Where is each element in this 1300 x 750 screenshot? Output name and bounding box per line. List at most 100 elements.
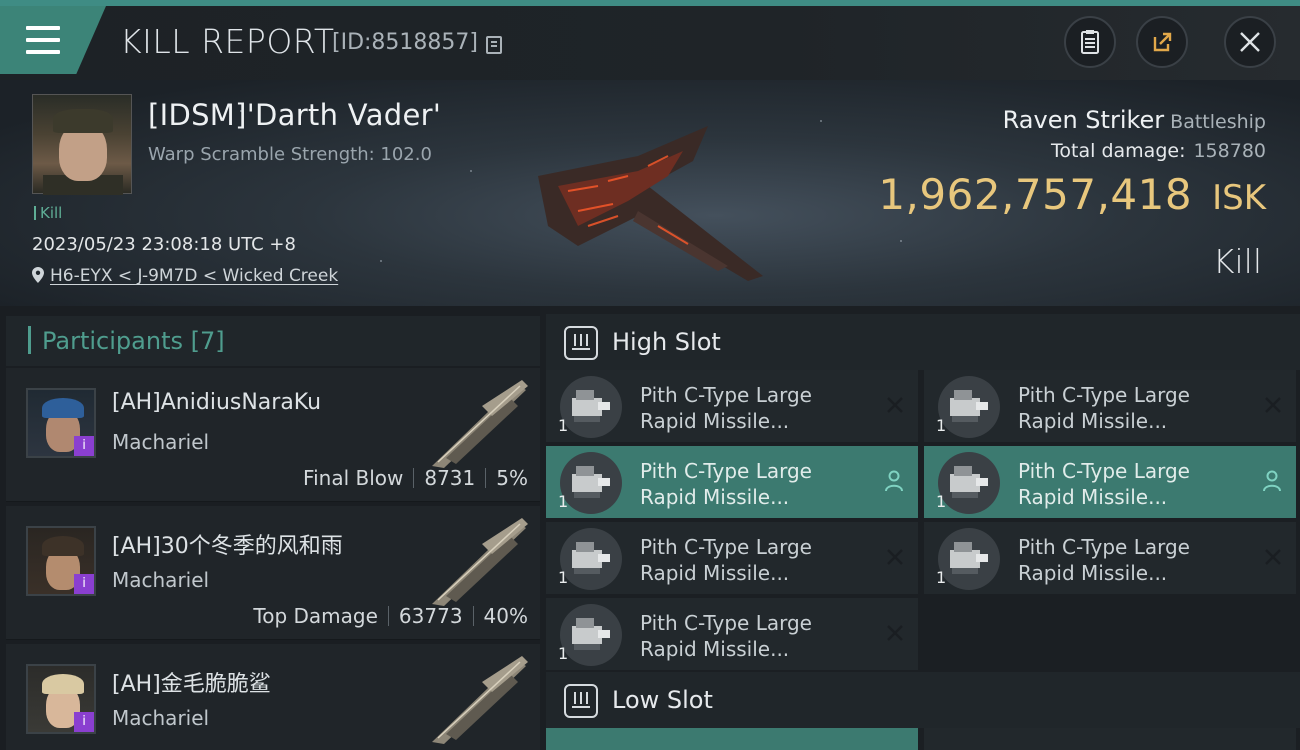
participant-stat-label: Top Damage [253, 604, 378, 628]
kill-location[interactable]: H6-EYX < J-9M7D < Wicked Creek [32, 266, 338, 286]
module-name: Pith C-Type Large Rapid Missile... [640, 383, 812, 433]
participant-name: [AH]金毛脆脆鲨 [112, 672, 271, 697]
participant-name: [AH]30个冬季的风和雨 [112, 534, 343, 559]
kill-result: Kill [1212, 242, 1262, 281]
share-icon [1153, 32, 1172, 52]
destroyed-x-icon [1265, 397, 1281, 413]
info-badge-icon[interactable]: i [74, 574, 94, 594]
total-damage: Total damage: 158780 [1051, 140, 1266, 162]
participant-stat-label: Final Blow [303, 466, 404, 490]
module-name: Pith C-Type Large Rapid Missile... [640, 611, 812, 661]
kill-datetime: 2023/05/23 23:08:18 UTC +8 [32, 234, 296, 255]
clipboard-icon [1081, 30, 1099, 54]
participant-row[interactable]: i [AH]金毛脆脆鲨 Machariel [6, 644, 540, 750]
dropped-person-icon [885, 470, 903, 492]
module-name: Pith C-Type Large Rapid Missile... [1018, 383, 1190, 433]
module-slot[interactable]: 1 Pith C-Type Large Rapid Missile... [546, 598, 918, 670]
missile-launcher-icon [560, 452, 622, 514]
fitting-panel: High Slot 1 Pith C-Type Large Rapid Missi… [540, 306, 1300, 750]
isk-unit: ISK [1212, 178, 1266, 218]
page-title: KILL REPORT [120, 22, 335, 61]
participant-ship: Machariel [112, 568, 210, 592]
victim-portrait[interactable] [32, 94, 132, 195]
participant-ship-icon [432, 380, 528, 468]
missile-launcher-icon [560, 604, 622, 666]
participant-row[interactable]: i [AH]AnidiusNaraKu Machariel Final Blow… [6, 368, 540, 502]
kill-tag: Kill [34, 204, 62, 222]
high-slot-label: High Slot [612, 328, 721, 356]
module-quantity: 1 [558, 644, 569, 663]
participant-ship: Machariel [112, 430, 210, 454]
participant-damage: 63773 [398, 604, 463, 628]
victim-ship-class: Battleship [1170, 111, 1266, 133]
module-quantity: 1 [558, 416, 569, 435]
top-bar: KILL REPORT [ID:8518857] [0, 0, 1300, 80]
module-slot[interactable] [546, 728, 918, 750]
participant-percent: 5% [496, 466, 528, 490]
isk-value: 1,962,757,418 ISK [878, 170, 1266, 219]
low-slot-label: Low Slot [612, 686, 713, 714]
module-name: Pith C-Type Large Rapid Missile... [640, 535, 812, 585]
participant-ship: Machariel [112, 706, 210, 730]
participant-ship-icon [432, 656, 528, 744]
victim-header: [IDSM]'Darth Vader' Warp Scramble Streng… [0, 80, 1300, 306]
participant-stats: Final Blow 8731 5% [303, 466, 528, 490]
module-quantity: 1 [558, 568, 569, 587]
missile-launcher-icon [560, 528, 622, 590]
high-slot-icon [564, 326, 598, 360]
share-button[interactable] [1136, 16, 1188, 68]
module-slot[interactable]: 1 Pith C-Type Large Rapid Missile... [546, 522, 918, 594]
location-pin-icon [32, 267, 44, 283]
destroyed-x-icon [887, 625, 903, 641]
missile-launcher-icon [938, 376, 1000, 438]
participant-portrait[interactable]: i [26, 526, 96, 596]
dropped-person-icon [1263, 470, 1281, 492]
hamburger-menu-icon[interactable] [26, 26, 62, 56]
missile-launcher-icon [560, 376, 622, 438]
total-damage-value: 158780 [1193, 140, 1266, 162]
low-slot-header: Low Slot [546, 672, 1300, 728]
module-slot[interactable]: 1 Pith C-Type Large Rapid Missile... [924, 446, 1296, 518]
destroyed-x-icon [887, 549, 903, 565]
module-quantity: 1 [558, 492, 569, 511]
copy-icon[interactable] [486, 36, 502, 54]
info-badge-icon[interactable]: i [74, 712, 94, 732]
module-name: Pith C-Type Large Rapid Missile... [1018, 535, 1190, 585]
close-button[interactable] [1224, 16, 1276, 68]
module-slot[interactable]: 1 Pith C-Type Large Rapid Missile... [546, 446, 918, 518]
close-icon [1240, 32, 1260, 52]
participants-panel: Participants [7] i [AH]AnidiusNaraKu Mac… [0, 306, 540, 750]
module-slot[interactable] [924, 728, 1296, 750]
destroyed-x-icon [887, 397, 903, 413]
info-badge-icon[interactable]: i [74, 436, 94, 456]
module-quantity: 1 [936, 492, 947, 511]
module-quantity: 1 [936, 568, 947, 587]
participant-portrait[interactable]: i [26, 664, 96, 734]
module-slot[interactable]: 1 Pith C-Type Large Rapid Missile... [924, 370, 1296, 442]
module-name: Pith C-Type Large Rapid Missile... [1018, 459, 1190, 509]
total-damage-label: Total damage: [1051, 140, 1186, 162]
victim-name[interactable]: [IDSM]'Darth Vader' [148, 98, 441, 132]
participant-damage: 8731 [424, 466, 476, 490]
high-slot-header: High Slot [546, 314, 1300, 370]
participant-percent: 40% [483, 604, 528, 628]
clipboard-report-button[interactable] [1064, 16, 1116, 68]
module-slot[interactable]: 1 Pith C-Type Large Rapid Missile... [924, 522, 1296, 594]
victim-ship[interactable]: Raven Striker Battleship [1003, 106, 1266, 134]
missile-launcher-icon [938, 452, 1000, 514]
victim-ship-name: Raven Striker [1002, 106, 1165, 134]
participant-stats: Top Damage 63773 40% [253, 604, 528, 628]
participant-portrait[interactable]: i [26, 388, 96, 458]
report-id: [ID:8518857] [332, 30, 478, 55]
top-accent-line [0, 0, 1300, 6]
participant-name: [AH]AnidiusNaraKu [112, 390, 322, 415]
low-slot-icon [564, 684, 598, 718]
module-name: Pith C-Type Large Rapid Missile... [640, 459, 812, 509]
module-slot[interactable]: 1 Pith C-Type Large Rapid Missile... [546, 370, 918, 442]
location-link[interactable]: H6-EYX < J-9M7D < Wicked Creek [50, 266, 338, 286]
warp-scramble-strength: Warp Scramble Strength: 102.0 [148, 144, 432, 165]
missile-launcher-icon [938, 528, 1000, 590]
module-quantity: 1 [936, 416, 947, 435]
participants-label: Participants [7] [42, 327, 225, 355]
participant-row[interactable]: i [AH]30个冬季的风和雨 Machariel Top Damage 6377… [6, 506, 540, 640]
